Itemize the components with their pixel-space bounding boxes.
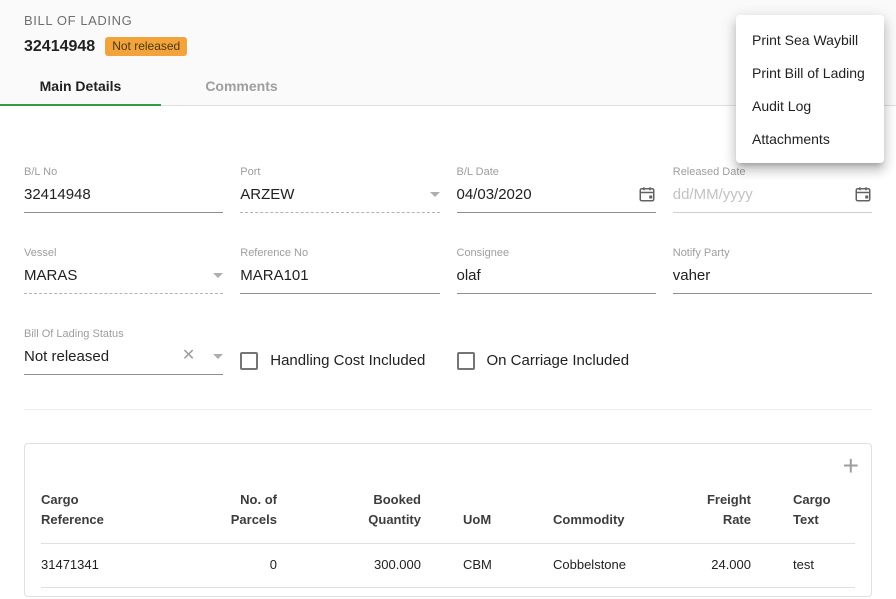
field-value: 32414948 bbox=[24, 186, 91, 203]
chevron-down-icon bbox=[430, 192, 440, 197]
field-released-date: Released Date dd/MM/yyyy bbox=[673, 166, 872, 213]
column-header: Commodity bbox=[553, 510, 683, 544]
vessel-select[interactable]: MARAS bbox=[24, 266, 223, 294]
field-value: MARAS bbox=[24, 267, 77, 284]
menu-item-audit-log[interactable]: Audit Log bbox=[736, 89, 884, 122]
bill-of-lading-page: BILL OF LADING 32414948 Not released Mai… bbox=[0, 0, 896, 599]
field-placeholder: dd/MM/yyyy bbox=[673, 186, 753, 203]
plus-icon: + bbox=[843, 450, 859, 481]
consignee-input[interactable]: olaf bbox=[457, 266, 656, 294]
field-notify-party: Notify Party vaher bbox=[673, 247, 872, 294]
field-label: Notify Party bbox=[673, 247, 872, 259]
column-header: UoM bbox=[421, 510, 553, 544]
calendar-icon[interactable] bbox=[854, 185, 872, 203]
cell-no-of-parcels: 0 bbox=[226, 544, 277, 588]
status-badge: Not released bbox=[105, 37, 187, 56]
column-header: Cargo Text bbox=[751, 490, 855, 544]
cell-cargo-reference: 31471341 bbox=[41, 544, 226, 588]
form-row-2: Vessel MARAS Reference No MARA101 Consig… bbox=[24, 247, 872, 294]
cell-booked-quantity: 300.000 bbox=[277, 544, 421, 588]
reference-no-input[interactable]: MARA101 bbox=[240, 266, 439, 294]
field-label: Vessel bbox=[24, 247, 223, 259]
bl-date-input[interactable]: 04/03/2020 bbox=[457, 185, 656, 213]
chevron-down-icon bbox=[213, 273, 223, 278]
tab-label: Comments bbox=[205, 78, 277, 94]
cargo-card: + Cargo Reference No. of Parcels Booked … bbox=[24, 443, 872, 597]
checkbox-label: Handling Cost Included bbox=[270, 352, 425, 369]
table-row[interactable]: 31471341 0 300.000 CBM Cobbelstone 24.00… bbox=[41, 544, 855, 588]
clear-icon[interactable]: ✕ bbox=[182, 348, 195, 364]
notify-party-input[interactable]: vaher bbox=[673, 266, 872, 294]
field-value: ARZEW bbox=[240, 186, 294, 203]
cell-freight-rate: 24.000 bbox=[683, 544, 751, 588]
bl-status-select[interactable]: Not released ✕ bbox=[24, 347, 223, 375]
released-date-input[interactable]: dd/MM/yyyy bbox=[673, 185, 872, 213]
checkbox-box bbox=[457, 352, 475, 370]
cargo-table-header: Cargo Reference No. of Parcels Booked Qu… bbox=[41, 490, 855, 544]
bl-number: 32414948 bbox=[24, 38, 95, 56]
section-divider bbox=[24, 409, 872, 410]
field-value: olaf bbox=[457, 267, 481, 284]
checkbox-on-carriage-included[interactable]: On Carriage Included bbox=[457, 346, 656, 375]
context-menu: Print Sea Waybill Print Bill of Lading A… bbox=[736, 15, 884, 163]
field-label: Consignee bbox=[457, 247, 656, 259]
bl-no-input[interactable]: 32414948 bbox=[24, 185, 223, 213]
field-label: B/L Date bbox=[457, 166, 656, 178]
column-header: Cargo Reference bbox=[41, 490, 226, 544]
cell-cargo-text: test bbox=[751, 544, 855, 588]
menu-item-print-bill-of-lading[interactable]: Print Bill of Lading bbox=[736, 56, 884, 89]
cell-commodity: Cobbelstone bbox=[553, 544, 683, 588]
menu-item-print-sea-waybill[interactable]: Print Sea Waybill bbox=[736, 23, 884, 56]
column-header: Freight Rate bbox=[683, 490, 751, 544]
tab-label: Main Details bbox=[40, 78, 122, 94]
field-value: Not released bbox=[24, 348, 109, 365]
form-row-3: Bill Of Lading Status Not released ✕ Han… bbox=[24, 328, 872, 375]
field-vessel: Vessel MARAS bbox=[24, 247, 223, 294]
field-label: Reference No bbox=[240, 247, 439, 259]
field-consignee: Consignee olaf bbox=[457, 247, 656, 294]
form-row-1: B/L No 32414948 Port ARZEW B/L Date 04/0… bbox=[24, 166, 872, 213]
add-cargo-button[interactable]: + bbox=[843, 452, 859, 480]
checkbox-label: On Carriage Included bbox=[487, 352, 630, 369]
field-bl-status: Bill Of Lading Status Not released ✕ bbox=[24, 328, 223, 375]
cell-uom: CBM bbox=[421, 544, 553, 588]
chevron-down-icon bbox=[213, 354, 223, 359]
field-label: Released Date bbox=[673, 166, 872, 178]
field-value: MARA101 bbox=[240, 267, 308, 284]
tab-comments[interactable]: Comments bbox=[161, 66, 322, 105]
column-header: Booked Quantity bbox=[277, 490, 421, 544]
field-bl-date: B/L Date 04/03/2020 bbox=[457, 166, 656, 213]
tab-main-details[interactable]: Main Details bbox=[0, 66, 161, 105]
field-value: vaher bbox=[673, 267, 711, 284]
field-label: Bill Of Lading Status bbox=[24, 328, 223, 340]
field-reference-no: Reference No MARA101 bbox=[240, 247, 439, 294]
calendar-icon[interactable] bbox=[638, 185, 656, 203]
port-select[interactable]: ARZEW bbox=[240, 185, 439, 213]
column-header: No. of Parcels bbox=[226, 490, 277, 544]
checkbox-handling-cost-included[interactable]: Handling Cost Included bbox=[240, 346, 439, 375]
menu-item-attachments[interactable]: Attachments bbox=[736, 122, 884, 155]
field-label: Port bbox=[240, 166, 439, 178]
field-label: B/L No bbox=[24, 166, 223, 178]
field-bl-no: B/L No 32414948 bbox=[24, 166, 223, 213]
field-port: Port ARZEW bbox=[240, 166, 439, 213]
field-value: 04/03/2020 bbox=[457, 186, 532, 203]
checkbox-box bbox=[240, 352, 258, 370]
